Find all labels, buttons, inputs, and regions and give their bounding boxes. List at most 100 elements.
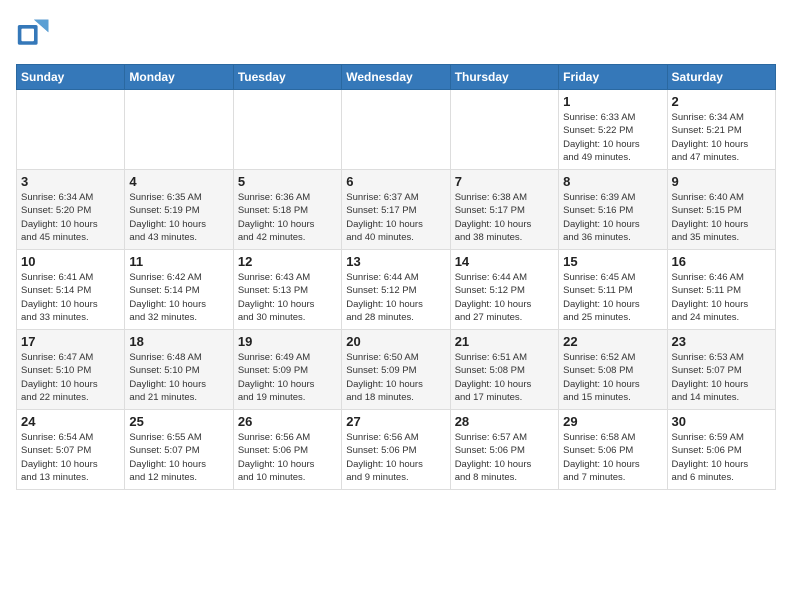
calendar-cell: 14 Sunrise: 6:44 AM Sunset: 5:12 PM Dayli… bbox=[450, 250, 558, 330]
day-info: Sunrise: 6:44 AM Sunset: 5:12 PM Dayligh… bbox=[455, 271, 554, 324]
calendar-cell bbox=[342, 90, 450, 170]
calendar-cell bbox=[450, 90, 558, 170]
day-info: Sunrise: 6:39 AM Sunset: 5:16 PM Dayligh… bbox=[563, 191, 662, 244]
day-info: Sunrise: 6:38 AM Sunset: 5:17 PM Dayligh… bbox=[455, 191, 554, 244]
weekday-header: Thursday bbox=[450, 65, 558, 90]
day-info: Sunrise: 6:45 AM Sunset: 5:11 PM Dayligh… bbox=[563, 271, 662, 324]
day-info: Sunrise: 6:46 AM Sunset: 5:11 PM Dayligh… bbox=[672, 271, 771, 324]
day-number: 19 bbox=[238, 334, 337, 349]
calendar-week-row: 3 Sunrise: 6:34 AM Sunset: 5:20 PM Daylig… bbox=[17, 170, 776, 250]
day-number: 23 bbox=[672, 334, 771, 349]
day-info: Sunrise: 6:47 AM Sunset: 5:10 PM Dayligh… bbox=[21, 351, 120, 404]
day-number: 21 bbox=[455, 334, 554, 349]
day-number: 12 bbox=[238, 254, 337, 269]
day-number: 27 bbox=[346, 414, 445, 429]
day-info: Sunrise: 6:40 AM Sunset: 5:15 PM Dayligh… bbox=[672, 191, 771, 244]
weekday-row: SundayMondayTuesdayWednesdayThursdayFrid… bbox=[17, 65, 776, 90]
day-number: 5 bbox=[238, 174, 337, 189]
calendar-cell: 2Sunrise: 6:34 AM Sunset: 5:21 PM Daylig… bbox=[667, 90, 775, 170]
calendar-week-row: 24 Sunrise: 6:54 AM Sunset: 5:07 PM Dayli… bbox=[17, 410, 776, 490]
day-number: 13 bbox=[346, 254, 445, 269]
day-info: Sunrise: 6:52 AM Sunset: 5:08 PM Dayligh… bbox=[563, 351, 662, 404]
day-number: 11 bbox=[129, 254, 228, 269]
day-number: 28 bbox=[455, 414, 554, 429]
logo-icon bbox=[16, 16, 52, 52]
day-info: Sunrise: 6:48 AM Sunset: 5:10 PM Dayligh… bbox=[129, 351, 228, 404]
day-number: 26 bbox=[238, 414, 337, 429]
day-info: Sunrise: 6:54 AM Sunset: 5:07 PM Dayligh… bbox=[21, 431, 120, 484]
calendar-cell: 25 Sunrise: 6:55 AM Sunset: 5:07 PM Dayli… bbox=[125, 410, 233, 490]
calendar-cell: 30 Sunrise: 6:59 AM Sunset: 5:06 PM Dayli… bbox=[667, 410, 775, 490]
calendar-cell: 8 Sunrise: 6:39 AM Sunset: 5:16 PM Daylig… bbox=[559, 170, 667, 250]
calendar-cell: 15 Sunrise: 6:45 AM Sunset: 5:11 PM Dayli… bbox=[559, 250, 667, 330]
day-info: Sunrise: 6:49 AM Sunset: 5:09 PM Dayligh… bbox=[238, 351, 337, 404]
calendar-cell: 23 Sunrise: 6:53 AM Sunset: 5:07 PM Dayli… bbox=[667, 330, 775, 410]
calendar-cell: 16 Sunrise: 6:46 AM Sunset: 5:11 PM Dayli… bbox=[667, 250, 775, 330]
calendar-cell: 17 Sunrise: 6:47 AM Sunset: 5:10 PM Dayli… bbox=[17, 330, 125, 410]
day-info: Sunrise: 6:37 AM Sunset: 5:17 PM Dayligh… bbox=[346, 191, 445, 244]
calendar-cell: 28Sunrise: 6:57 AM Sunset: 5:06 PM Dayli… bbox=[450, 410, 558, 490]
day-number: 15 bbox=[563, 254, 662, 269]
day-info: Sunrise: 6:34 AM Sunset: 5:20 PM Dayligh… bbox=[21, 191, 120, 244]
weekday-header: Wednesday bbox=[342, 65, 450, 90]
weekday-header: Monday bbox=[125, 65, 233, 90]
day-number: 8 bbox=[563, 174, 662, 189]
day-info: Sunrise: 6:53 AM Sunset: 5:07 PM Dayligh… bbox=[672, 351, 771, 404]
day-number: 16 bbox=[672, 254, 771, 269]
day-number: 9 bbox=[672, 174, 771, 189]
logo bbox=[16, 16, 56, 52]
calendar-week-row: 10 Sunrise: 6:41 AM Sunset: 5:14 PM Dayli… bbox=[17, 250, 776, 330]
calendar-cell: 1Sunrise: 6:33 AM Sunset: 5:22 PM Daylig… bbox=[559, 90, 667, 170]
calendar-cell: 22 Sunrise: 6:52 AM Sunset: 5:08 PM Dayli… bbox=[559, 330, 667, 410]
day-number: 22 bbox=[563, 334, 662, 349]
day-number: 14 bbox=[455, 254, 554, 269]
day-info: Sunrise: 6:44 AM Sunset: 5:12 PM Dayligh… bbox=[346, 271, 445, 324]
calendar-cell: 10 Sunrise: 6:41 AM Sunset: 5:14 PM Dayli… bbox=[17, 250, 125, 330]
day-number: 25 bbox=[129, 414, 228, 429]
day-number: 3 bbox=[21, 174, 120, 189]
weekday-header: Friday bbox=[559, 65, 667, 90]
calendar-week-row: 17 Sunrise: 6:47 AM Sunset: 5:10 PM Dayli… bbox=[17, 330, 776, 410]
calendar-cell: 26 Sunrise: 6:56 AM Sunset: 5:06 PM Dayli… bbox=[233, 410, 341, 490]
day-number: 24 bbox=[21, 414, 120, 429]
calendar-cell: 9 Sunrise: 6:40 AM Sunset: 5:15 PM Daylig… bbox=[667, 170, 775, 250]
day-number: 2 bbox=[672, 94, 771, 109]
day-number: 20 bbox=[346, 334, 445, 349]
day-info: Sunrise: 6:33 AM Sunset: 5:22 PM Dayligh… bbox=[563, 111, 662, 164]
calendar-cell: 20 Sunrise: 6:50 AM Sunset: 5:09 PM Dayli… bbox=[342, 330, 450, 410]
calendar-cell: 5Sunrise: 6:36 AM Sunset: 5:18 PM Daylig… bbox=[233, 170, 341, 250]
weekday-header: Tuesday bbox=[233, 65, 341, 90]
day-info: Sunrise: 6:55 AM Sunset: 5:07 PM Dayligh… bbox=[129, 431, 228, 484]
calendar-cell: 4 Sunrise: 6:35 AM Sunset: 5:19 PM Daylig… bbox=[125, 170, 233, 250]
calendar-cell: 11 Sunrise: 6:42 AM Sunset: 5:14 PM Dayli… bbox=[125, 250, 233, 330]
day-info: Sunrise: 6:42 AM Sunset: 5:14 PM Dayligh… bbox=[129, 271, 228, 324]
calendar-cell: 19 Sunrise: 6:49 AM Sunset: 5:09 PM Dayli… bbox=[233, 330, 341, 410]
day-info: Sunrise: 6:56 AM Sunset: 5:06 PM Dayligh… bbox=[238, 431, 337, 484]
day-info: Sunrise: 6:59 AM Sunset: 5:06 PM Dayligh… bbox=[672, 431, 771, 484]
day-info: Sunrise: 6:56 AM Sunset: 5:06 PM Dayligh… bbox=[346, 431, 445, 484]
day-number: 29 bbox=[563, 414, 662, 429]
calendar-cell: 24 Sunrise: 6:54 AM Sunset: 5:07 PM Dayli… bbox=[17, 410, 125, 490]
calendar-cell: 29Sunrise: 6:58 AM Sunset: 5:06 PM Dayli… bbox=[559, 410, 667, 490]
day-number: 10 bbox=[21, 254, 120, 269]
calendar-table: SundayMondayTuesdayWednesdayThursdayFrid… bbox=[16, 64, 776, 490]
day-number: 18 bbox=[129, 334, 228, 349]
calendar-cell: 6Sunrise: 6:37 AM Sunset: 5:17 PM Daylig… bbox=[342, 170, 450, 250]
day-info: Sunrise: 6:43 AM Sunset: 5:13 PM Dayligh… bbox=[238, 271, 337, 324]
calendar-cell: 7 Sunrise: 6:38 AM Sunset: 5:17 PM Daylig… bbox=[450, 170, 558, 250]
day-number: 17 bbox=[21, 334, 120, 349]
day-number: 4 bbox=[129, 174, 228, 189]
day-info: Sunrise: 6:51 AM Sunset: 5:08 PM Dayligh… bbox=[455, 351, 554, 404]
day-info: Sunrise: 6:35 AM Sunset: 5:19 PM Dayligh… bbox=[129, 191, 228, 244]
page-header bbox=[16, 16, 776, 52]
calendar-cell: 18 Sunrise: 6:48 AM Sunset: 5:10 PM Dayli… bbox=[125, 330, 233, 410]
calendar-cell: 3 Sunrise: 6:34 AM Sunset: 5:20 PM Daylig… bbox=[17, 170, 125, 250]
day-info: Sunrise: 6:50 AM Sunset: 5:09 PM Dayligh… bbox=[346, 351, 445, 404]
day-info: Sunrise: 6:41 AM Sunset: 5:14 PM Dayligh… bbox=[21, 271, 120, 324]
calendar-cell: 21 Sunrise: 6:51 AM Sunset: 5:08 PM Dayli… bbox=[450, 330, 558, 410]
weekday-header: Saturday bbox=[667, 65, 775, 90]
day-number: 30 bbox=[672, 414, 771, 429]
day-number: 7 bbox=[455, 174, 554, 189]
calendar-cell: 13 Sunrise: 6:44 AM Sunset: 5:12 PM Dayli… bbox=[342, 250, 450, 330]
calendar-header: SundayMondayTuesdayWednesdayThursdayFrid… bbox=[17, 65, 776, 90]
